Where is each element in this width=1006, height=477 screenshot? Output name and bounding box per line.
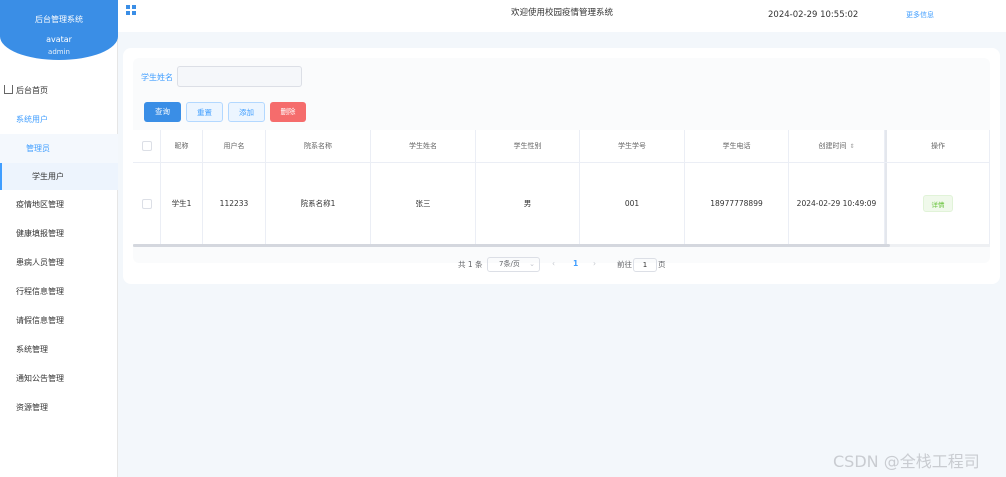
sidebar-item-label: 健康填报管理 xyxy=(16,229,64,238)
detail-button[interactable]: 详情 xyxy=(923,195,953,212)
table-header: 学生姓名 xyxy=(371,130,476,162)
sidebar-item-home[interactable]: 后台首页 xyxy=(0,76,118,105)
sidebar-item-system[interactable]: 系统管理 xyxy=(0,335,118,364)
menu-grid-icon[interactable] xyxy=(126,5,136,15)
sidebar-item-resources[interactable]: 资源管理 xyxy=(0,393,118,422)
query-button[interactable]: 查询 xyxy=(144,102,181,122)
goto-label: 前往 xyxy=(617,260,632,269)
sidebar: 后台管理系统 avatar admin 后台首页 系统用户 管理员 学生用户 疫… xyxy=(0,0,118,477)
page-size-select[interactable]: 7条/页 ⌄ xyxy=(487,257,540,272)
search-label: 学生姓名 xyxy=(141,73,173,82)
page-title: 欢迎使用校园疫情管理系统 xyxy=(511,8,614,18)
table-cell: 学生1 xyxy=(161,163,203,244)
home-icon xyxy=(4,85,13,94)
sidebar-item-label: 通知公告管理 xyxy=(16,374,64,383)
reset-button[interactable]: 重置 xyxy=(186,102,223,122)
sidebar-item-admin[interactable]: 管理员 xyxy=(0,134,118,163)
sidebar-item-label: 管理员 xyxy=(26,144,50,153)
next-page-button[interactable]: › xyxy=(593,259,596,268)
table-cell: 2024-02-29 10:49:09 xyxy=(789,163,885,244)
sidebar-item-label: 患病人员管理 xyxy=(16,258,64,267)
sidebar-item-label: 系统用户 xyxy=(16,115,48,124)
sidebar-item-label: 后台首页 xyxy=(16,86,48,95)
table-cell: 院系名称1 xyxy=(266,163,371,244)
horizontal-scrollbar[interactable] xyxy=(133,244,890,247)
sidebar-item-system-users[interactable]: 系统用户 xyxy=(0,105,118,134)
avatar-alt-text: avatar xyxy=(46,35,72,44)
table-cell: 男 xyxy=(476,163,580,244)
table-cell: 18977778899 xyxy=(685,163,789,244)
row-select-cell xyxy=(133,163,161,244)
table-header: 用户名 xyxy=(203,130,266,162)
table-cell: 001 xyxy=(580,163,685,244)
sort-icon[interactable]: ⇕ xyxy=(849,143,854,150)
sidebar-item-label: 学生用户 xyxy=(32,172,64,181)
brand-header: 后台管理系统 avatar admin xyxy=(0,0,118,60)
table-header-row: 昵称 用户名 院系名称 学生姓名 学生性别 学生学号 学生电话 创建时间 ⇕ 操作 xyxy=(133,130,990,163)
pagination-total: 共 1 条 xyxy=(458,260,483,269)
top-header: 欢迎使用校园疫情管理系统 2024-02-29 10:55:02 更多信息 xyxy=(118,0,1006,32)
table-row: 学生1 112233 院系名称1 张三 男 001 18977778899 20… xyxy=(133,163,990,244)
sidebar-item-label: 疫情地区管理 xyxy=(16,200,64,209)
sidebar-item-leave[interactable]: 请假信息管理 xyxy=(0,306,118,335)
action-cell: 详情 xyxy=(885,163,990,244)
sidebar-item-epidemic-area[interactable]: 疫情地区管理 xyxy=(0,190,118,219)
sidebar-item-student-users[interactable]: 学生用户 xyxy=(0,163,118,190)
goto-page-input[interactable]: 1 xyxy=(633,258,657,272)
sidebar-item-notices[interactable]: 通知公告管理 xyxy=(0,364,118,393)
current-datetime: 2024-02-29 10:55:02 xyxy=(768,10,859,20)
page-unit-label: 页 xyxy=(658,260,666,269)
table-header: 学生电话 xyxy=(685,130,789,162)
prev-page-button[interactable]: ‹ xyxy=(552,259,555,268)
brand-title: 后台管理系统 xyxy=(35,15,83,24)
sidebar-menu: 后台首页 系统用户 管理员 学生用户 疫情地区管理 健康填报管理 患病人员管理 … xyxy=(0,76,118,422)
sidebar-item-label: 系统管理 xyxy=(16,345,48,354)
select-all-checkbox[interactable] xyxy=(141,141,152,151)
table-header: 操作 xyxy=(885,130,990,162)
table-header-sortable[interactable]: 创建时间 ⇕ xyxy=(789,130,885,162)
sidebar-item-label: 请假信息管理 xyxy=(16,316,64,325)
table-cell: 112233 xyxy=(203,163,266,244)
sidebar-item-patients[interactable]: 患病人员管理 xyxy=(0,248,118,277)
sidebar-item-label: 资源管理 xyxy=(16,403,48,412)
page-number-current[interactable]: 1 xyxy=(573,259,578,268)
watermark: CSDN @全栈工程司 xyxy=(833,452,980,471)
table-cell: 张三 xyxy=(371,163,476,244)
username: admin xyxy=(48,48,70,56)
row-checkbox[interactable] xyxy=(141,198,152,209)
sidebar-item-label: 行程信息管理 xyxy=(16,287,64,296)
sidebar-item-health-report[interactable]: 健康填报管理 xyxy=(0,219,118,248)
add-button[interactable]: 添加 xyxy=(228,102,265,122)
sidebar-item-itinerary[interactable]: 行程信息管理 xyxy=(0,277,118,306)
student-name-search-input[interactable] xyxy=(177,66,302,87)
table-header: 创建时间 xyxy=(818,142,847,150)
more-info-link[interactable]: 更多信息 xyxy=(906,10,934,20)
select-all-cell xyxy=(133,130,161,162)
chevron-down-icon: ⌄ xyxy=(529,260,535,268)
table-header: 昵称 xyxy=(161,130,203,162)
avatar[interactable]: avatar xyxy=(0,35,118,44)
delete-button[interactable]: 删除 xyxy=(270,102,306,122)
table-header: 学生学号 xyxy=(580,130,685,162)
table-header: 学生性别 xyxy=(476,130,580,162)
table-header: 院系名称 xyxy=(266,130,371,162)
